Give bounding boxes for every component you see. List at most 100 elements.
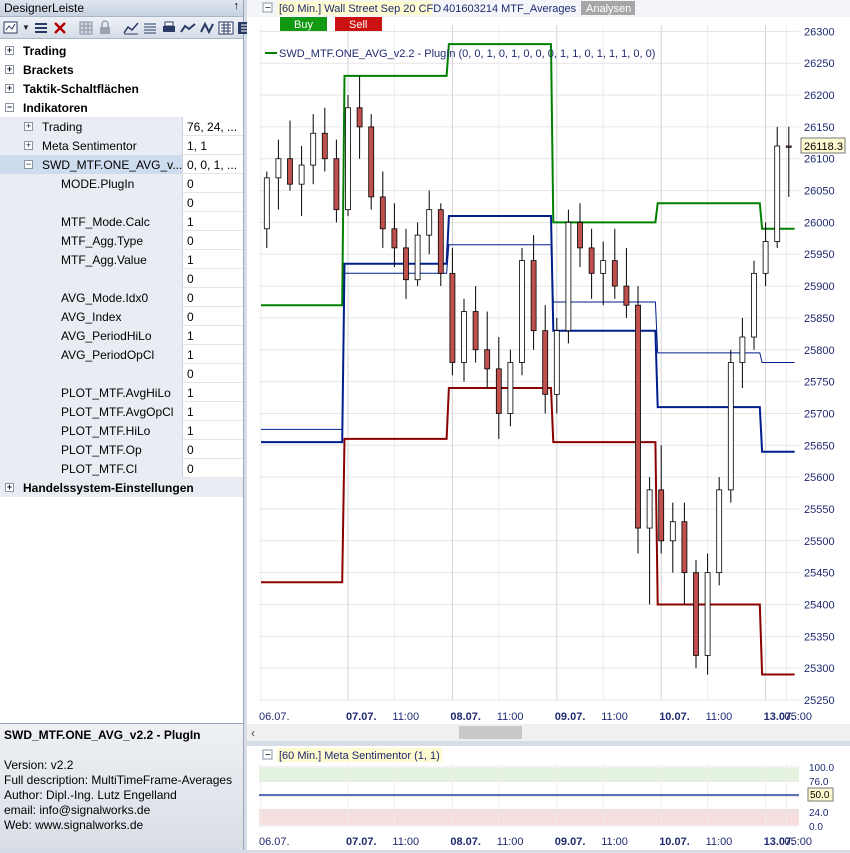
candle-body [495, 368, 502, 414]
x-tick-label: 08.07. [450, 711, 481, 723]
scroll-left-icon[interactable]: ‹ [251, 726, 255, 740]
tree-category-handelssystem[interactable]: + Handelssystem-Einstellungen [0, 478, 243, 497]
settings-icon[interactable] [199, 19, 215, 37]
parameter-value[interactable]: 0 [187, 291, 194, 305]
analysen-label: Analysen [586, 3, 631, 15]
candle-body [681, 521, 688, 574]
candle-body [693, 572, 699, 656]
tree-category-taktik[interactable]: + Taktik-Schaltflächen [0, 79, 243, 98]
parameter-name: MODE.PlugIn [61, 176, 135, 191]
pin-icon[interactable]: ↑ [234, 0, 240, 12]
candle-body [774, 145, 781, 242]
grid-icon[interactable] [78, 19, 94, 37]
indicator-label: SWD_MTF.ONE_AVG_v2.2 - PlugIn (0, 0, 1, … [279, 48, 655, 60]
collapse-icon[interactable]: − [5, 103, 14, 112]
parameter-value[interactable]: 1 [187, 424, 194, 438]
tree-category-brackets[interactable]: + Brackets [0, 60, 243, 79]
dropdown-icon[interactable]: ▼ [22, 19, 30, 37]
parameter-row[interactable]: MODE.PlugIn 0 [0, 173, 243, 193]
candle-body [542, 330, 549, 395]
print-icon[interactable] [161, 19, 177, 37]
parameter-row[interactable]: AVG_Mode.Idx0 0 [0, 287, 243, 307]
pane-splitter[interactable] [247, 741, 850, 746]
scrollbar-thumb[interactable] [459, 726, 522, 739]
parameter-name: PLOT_MTF.Op [61, 442, 142, 457]
menu-icon[interactable] [142, 19, 158, 37]
parameter-row[interactable]: MTF_Agg.Value 1 [0, 249, 243, 269]
property-value[interactable]: 0, 0, 1, ... [187, 158, 237, 172]
parameter-row[interactable]: 0 [0, 192, 243, 212]
parameter-row[interactable]: 0 [0, 268, 243, 288]
parameter-row[interactable]: MTF_Agg.Type 0 [0, 230, 243, 250]
candle-body [437, 209, 444, 274]
parameter-value[interactable]: 0 [187, 272, 194, 286]
list-icon[interactable] [33, 19, 49, 37]
tree-item-swd-mtf[interactable]: SWD_MTF.ONE_AVG_v... −0, 0, 1, ... [0, 154, 243, 174]
parameter-name: PLOT_MTF.AvgOpCl [61, 404, 174, 419]
x-tick-label: 11:00 [601, 711, 628, 723]
parameter-value[interactable]: 1 [187, 329, 194, 343]
tree-item-trading[interactable]: Trading +76, 24, ... [0, 116, 243, 136]
candle-body [484, 349, 491, 370]
parameter-row[interactable]: 0 [0, 363, 243, 383]
marker-icon[interactable] [218, 19, 234, 37]
parameter-row[interactable]: AVG_PeriodOpCl 1 [0, 344, 243, 364]
line-icon[interactable] [180, 19, 196, 37]
parameter-value[interactable]: 1 [187, 348, 194, 362]
indicator-icon[interactable] [123, 19, 139, 37]
property-value[interactable]: 1, 1 [187, 139, 207, 153]
candle-body [321, 132, 328, 160]
parameter-value[interactable]: 1 [187, 253, 194, 267]
expand-icon[interactable]: + [24, 122, 33, 131]
y-tick-label: 25800 [804, 345, 835, 357]
parameter-value[interactable]: 0 [187, 462, 194, 476]
lock-icon[interactable] [97, 19, 113, 37]
chart-add-icon[interactable] [3, 19, 19, 37]
parameter-value[interactable]: 0 [187, 443, 194, 457]
parameter-value[interactable]: 0 [187, 196, 194, 210]
parameter-row[interactable]: PLOT_MTF.HiLo 1 [0, 420, 243, 440]
parameter-row[interactable]: PLOT_MTF.Op 0 [0, 439, 243, 459]
expand-icon[interactable]: + [5, 65, 14, 74]
parameter-name: AVG_PeriodOpCl [61, 347, 155, 362]
parameter-value[interactable]: 0 [187, 234, 194, 248]
x-tick-label: 11:00 [392, 711, 419, 723]
tree-item-meta-sentimentor[interactable]: Meta Sentimentor +1, 1 [0, 135, 243, 155]
tree-category-indikatoren[interactable]: − Indikatoren [0, 98, 243, 117]
parameter-row[interactable]: PLOT_MTF.AvgOpCl 1 [0, 401, 243, 421]
parameter-row[interactable]: PLOT_MTF.AvgHiLo 1 [0, 382, 243, 402]
y-tick-label: 25900 [804, 281, 835, 293]
parameter-row[interactable]: AVG_Index 0 [0, 306, 243, 326]
sentiment-y-tick: 0.0 [809, 822, 823, 833]
expand-icon[interactable]: + [24, 141, 33, 150]
delete-icon[interactable] [52, 19, 68, 37]
y-tick-label: 25950 [804, 249, 835, 261]
candle-body [379, 196, 386, 230]
parameter-row[interactable]: AVG_PeriodHiLo 1 [0, 325, 243, 345]
parameter-value[interactable]: 1 [187, 215, 194, 229]
y-tick-label: 25350 [804, 631, 835, 643]
parameter-value[interactable]: 0 [187, 310, 194, 324]
property-tree: + Trading + Brackets + Taktik-Schaltflächen… [0, 41, 243, 497]
parameter-value[interactable]: 1 [187, 405, 194, 419]
tree-category-trading[interactable]: + Trading [0, 41, 243, 60]
collapse-icon[interactable]: − [24, 160, 33, 169]
sentiment-x-tick: 11:00 [497, 836, 524, 848]
property-value[interactable]: 76, 24, ... [187, 120, 237, 134]
x-tick-label: 10.07. [659, 711, 690, 723]
y-tick-label: 25450 [804, 568, 835, 580]
candle-body [762, 241, 769, 274]
expand-icon[interactable]: + [5, 84, 14, 93]
parameter-value[interactable]: 0 [187, 367, 194, 381]
parameter-row[interactable]: MTF_Mode.Calc 1 [0, 211, 243, 231]
expand-icon[interactable]: + [5, 483, 14, 492]
candle-body [472, 311, 479, 351]
candle-body [611, 260, 618, 287]
parameter-value[interactable]: 1 [187, 386, 194, 400]
horizontal-scrollbar[interactable] [247, 724, 850, 741]
x-tick-label: 07.07. [346, 711, 377, 723]
parameter-name: MTF_Agg.Value [61, 252, 147, 267]
parameter-row[interactable]: PLOT_MTF.Cl 0 [0, 458, 243, 478]
expand-icon[interactable]: + [5, 46, 14, 55]
parameter-value[interactable]: 0 [187, 177, 194, 191]
